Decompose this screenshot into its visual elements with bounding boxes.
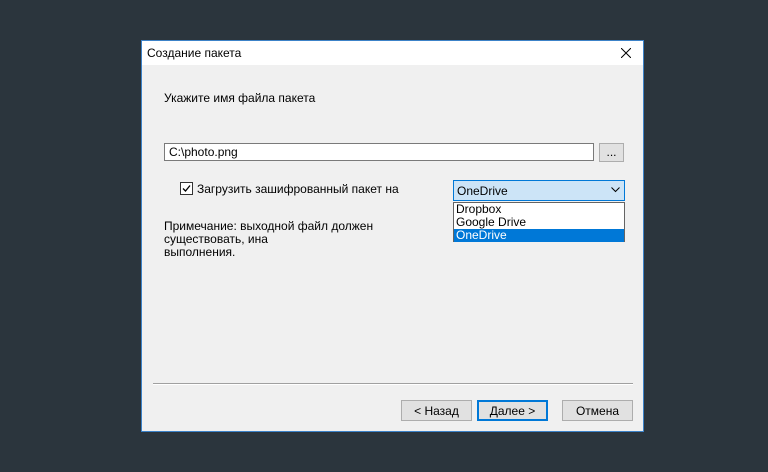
browse-button[interactable]: ...: [599, 143, 624, 162]
title-bar: Создание пакета: [142, 41, 643, 65]
cloud-service-dropdown: Dropbox Google Drive OneDrive: [453, 202, 625, 242]
upload-checkbox[interactable]: [180, 182, 193, 195]
cancel-button[interactable]: Отмена: [562, 400, 633, 421]
back-button[interactable]: < Назад: [401, 400, 472, 421]
checkmark-icon: [182, 185, 191, 192]
note-line: Примечание: выходной файл должен существ…: [164, 219, 374, 246]
cloud-service-selected: OneDrive: [457, 184, 508, 198]
close-button[interactable]: [609, 41, 643, 65]
create-package-dialog: Создание пакета Укажите имя файла пакета…: [141, 40, 644, 432]
file-path-input[interactable]: [164, 143, 594, 161]
file-name-prompt: Укажите имя файла пакета: [164, 91, 316, 105]
close-icon: [621, 48, 631, 58]
footer-divider: [153, 383, 633, 385]
next-button[interactable]: Далее >: [477, 400, 548, 421]
upload-checkbox-label[interactable]: Загрузить зашифрованный пакет на: [197, 182, 399, 196]
dropdown-option-onedrive[interactable]: OneDrive: [454, 229, 624, 242]
note-text: Примечание: выходной файл должен существ…: [164, 220, 454, 259]
cloud-service-select[interactable]: OneDrive: [453, 180, 625, 201]
note-line: выполнения.: [164, 245, 236, 259]
dialog-title: Создание пакета: [147, 46, 242, 60]
chevron-down-icon: [611, 187, 620, 193]
